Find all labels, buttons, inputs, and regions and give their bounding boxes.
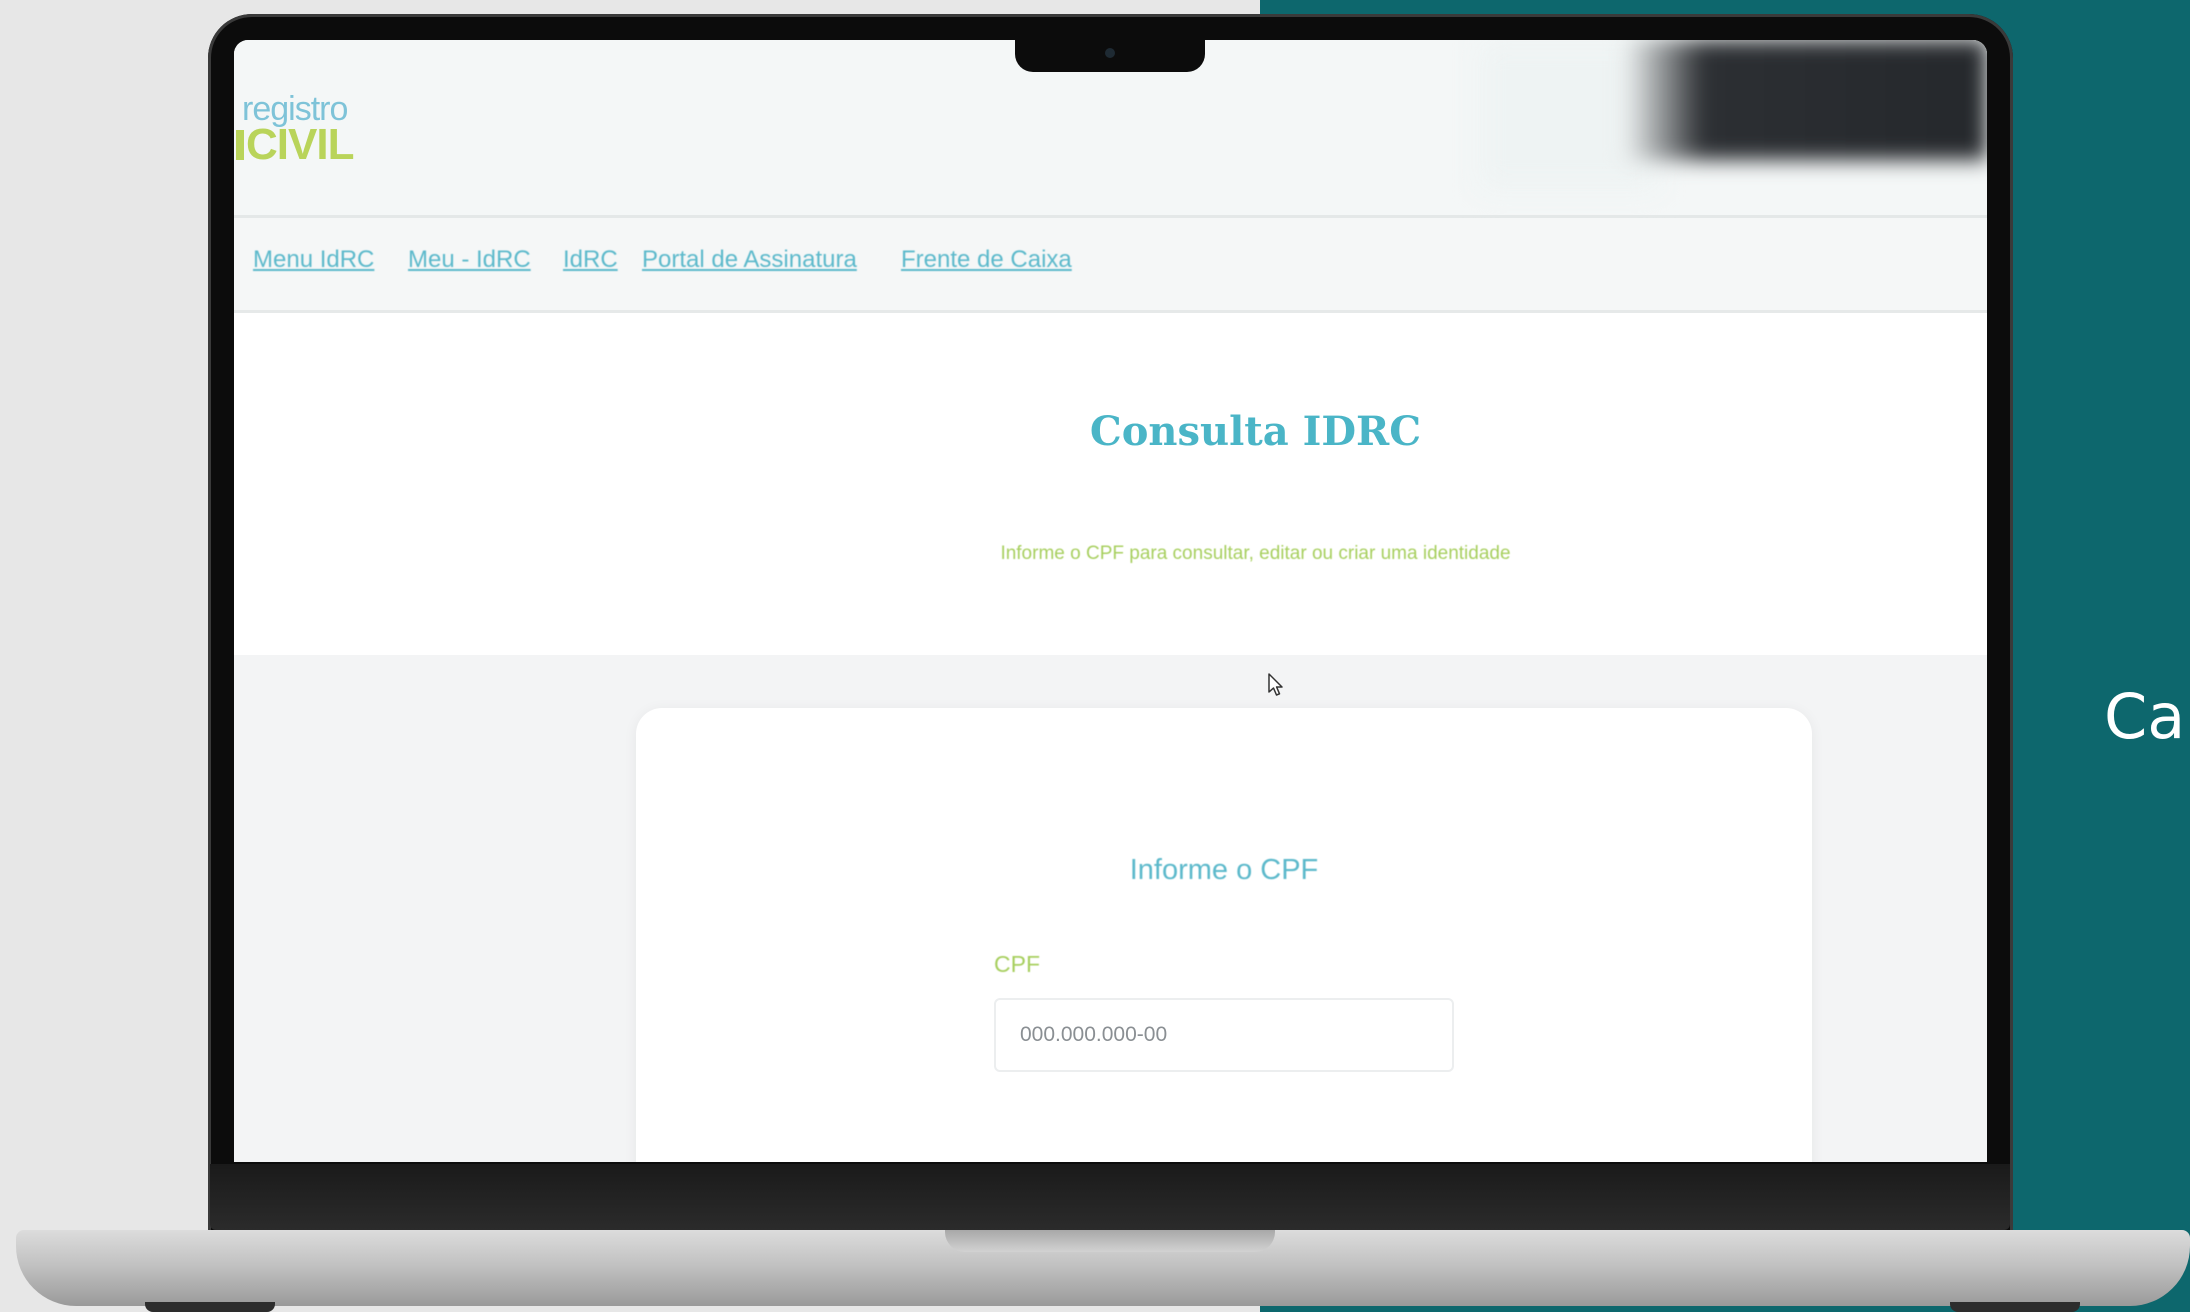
nav-link-menu-idrc[interactable]: Menu IdRC bbox=[253, 246, 374, 274]
cpf-label: CPF bbox=[994, 951, 1040, 977]
nav-link-idrc[interactable]: IdRC bbox=[563, 246, 618, 274]
logo-mark bbox=[236, 130, 244, 160]
screen-bezel-bottom bbox=[210, 1164, 2010, 1230]
webcam-icon bbox=[1105, 48, 1115, 58]
laptop-foot-left bbox=[145, 1302, 275, 1312]
side-caption: Ca bbox=[2104, 680, 2186, 753]
registro-civil-logo[interactable]: registro CIVIL bbox=[236, 90, 386, 170]
laptop-foot-right bbox=[1950, 1302, 2080, 1312]
laptop-opening-lip bbox=[945, 1230, 1275, 1252]
laptop-screen: registro CIVIL Menu IdRC Meu - IdRC IdRC… bbox=[234, 40, 1987, 1162]
cpf-form-card: Informe o CPF CPF bbox=[636, 708, 1812, 1162]
page-title: Consulta IDRC bbox=[1089, 408, 1422, 455]
nav-bar: Menu IdRC Meu - IdRC IdRC Portal de Assi… bbox=[234, 218, 1987, 313]
logo-text-bottom: CIVIL bbox=[246, 120, 354, 169]
nav-link-portal-assinatura[interactable]: Portal de Assinatura bbox=[642, 246, 857, 274]
page-subtitle: Informe o CPF para consultar, editar ou … bbox=[1000, 543, 1511, 564]
form-title: Informe o CPF bbox=[1129, 854, 1319, 886]
mouse-pointer-icon bbox=[1268, 673, 1283, 696]
cpf-input[interactable] bbox=[994, 998, 1454, 1072]
blurred-region-dark bbox=[1624, 40, 1987, 160]
nav-link-frente-caixa[interactable]: Frente de Caixa bbox=[901, 246, 1072, 274]
hero-section: Consulta IDRC Informe o CPF para consult… bbox=[234, 313, 1987, 655]
nav-link-meu-idrc[interactable]: Meu - IdRC bbox=[408, 246, 531, 274]
